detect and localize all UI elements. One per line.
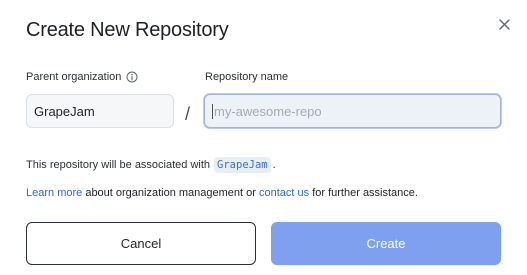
parent-organization-label: Parent organization — [26, 71, 138, 83]
path-separator: / — [185, 104, 191, 124]
create-button-label: Create — [366, 236, 406, 251]
parent-organization-value: GrapeJam — [34, 103, 95, 119]
organization-chip: GrapeJam — [214, 157, 271, 173]
parent-organization-field[interactable]: GrapeJam — [26, 94, 174, 128]
info-icon[interactable] — [126, 71, 138, 83]
repository-name-label: Repository name — [205, 71, 289, 83]
help-text: Learn more about organization management… — [26, 187, 418, 199]
repository-name-placeholder: my-awesome-repo — [214, 103, 322, 119]
dialog-title: Create New Repository — [26, 19, 229, 41]
association-suffix: . — [272, 159, 276, 171]
close-button[interactable] — [494, 16, 514, 36]
parent-organization-label-text: Parent organization — [26, 71, 122, 83]
contact-us-link[interactable]: contact us — [259, 187, 309, 199]
help-middle-text: about organization management or — [82, 187, 259, 199]
association-text: This repository will be associated with — [26, 159, 211, 171]
close-icon — [498, 17, 510, 35]
association-notice: This repository will be associated with … — [26, 157, 276, 173]
help-end-text: for further assistance. — [309, 187, 418, 199]
create-button[interactable]: Create — [271, 222, 501, 265]
text-cursor — [212, 103, 213, 119]
create-repository-dialog: Create New Repository Parent organizatio… — [0, 0, 527, 275]
cancel-button-label: Cancel — [120, 236, 162, 251]
learn-more-link[interactable]: Learn more — [26, 187, 82, 199]
cancel-button[interactable]: Cancel — [26, 222, 256, 265]
repository-name-input[interactable]: my-awesome-repo — [204, 94, 501, 128]
